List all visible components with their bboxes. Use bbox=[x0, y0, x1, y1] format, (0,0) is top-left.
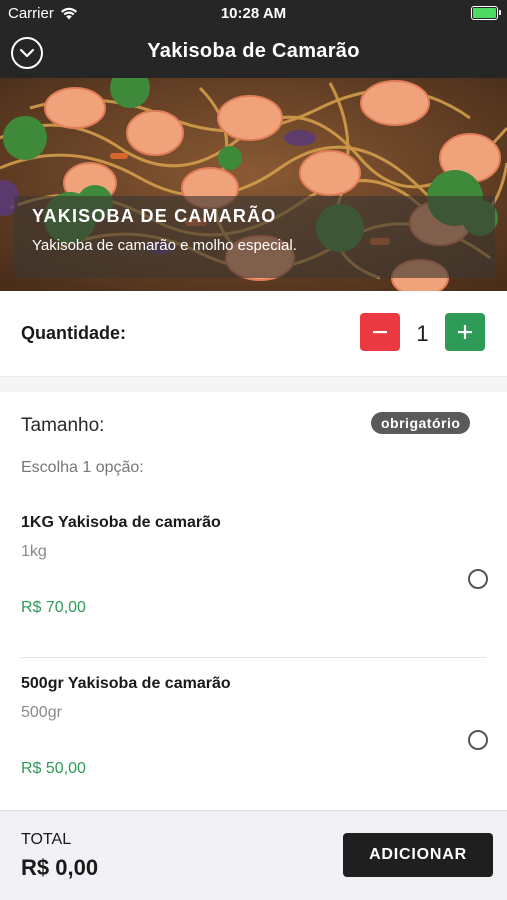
section-spacer bbox=[0, 377, 507, 392]
size-hint: Escolha 1 opção: bbox=[21, 459, 144, 476]
size-option-1kg[interactable]: 1KG Yakisoba de camarão 1kg R$ 70,00 bbox=[0, 492, 507, 652]
status-time: 10:28 AM bbox=[220, 5, 287, 22]
required-badge: obrigatório bbox=[371, 412, 471, 434]
size-section: Tamanho: obrigatório Escolha 1 opção: 1K… bbox=[0, 392, 507, 810]
option-name: 1KG Yakisoba de camarão bbox=[21, 514, 221, 531]
radio-button[interactable] bbox=[468, 569, 488, 589]
total-label: TOTAL bbox=[21, 831, 72, 848]
quantity-card: Quantidade: 1 bbox=[0, 291, 507, 377]
increase-quantity-button[interactable] bbox=[445, 313, 485, 351]
minus-icon bbox=[373, 331, 387, 334]
page-title: Yakisoba de Camarão bbox=[147, 40, 360, 62]
option-subtitle: 500gr bbox=[21, 704, 62, 721]
quantity-value: 1 bbox=[416, 321, 429, 346]
radio-button[interactable] bbox=[468, 730, 488, 750]
total-value: R$ 0,00 bbox=[21, 855, 99, 880]
size-title: Tamanho: bbox=[21, 415, 105, 436]
option-name: 500gr Yakisoba de camarão bbox=[21, 675, 231, 692]
plus-icon bbox=[458, 325, 472, 339]
option-price: R$ 50,00 bbox=[21, 760, 86, 777]
quantity-label: Quantidade: bbox=[21, 323, 127, 343]
product-name: YAKISOBA DE CAMARÃO bbox=[32, 206, 277, 226]
add-to-cart-button[interactable]: ADICIONAR bbox=[343, 833, 493, 877]
size-option-500gr[interactable]: 500gr Yakisoba de camarão 500gr R$ 50,00 bbox=[0, 653, 507, 813]
cart-footer: TOTAL R$ 0,00 ADICIONAR bbox=[0, 810, 507, 900]
option-subtitle: 1kg bbox=[21, 543, 47, 560]
product-description: Yakisoba de camarão e molho especial. bbox=[32, 237, 297, 254]
option-price: R$ 70,00 bbox=[21, 599, 86, 616]
battery-icon bbox=[471, 6, 501, 20]
product-info-overlay: YAKISOBA DE CAMARÃO Yakisoba de camarão … bbox=[14, 196, 495, 278]
status-bar: Carrier 10:28 AM bbox=[0, 0, 507, 28]
navigation-bar: Yakisoba de Camarão bbox=[0, 28, 507, 78]
decrease-quantity-button[interactable] bbox=[360, 313, 400, 351]
